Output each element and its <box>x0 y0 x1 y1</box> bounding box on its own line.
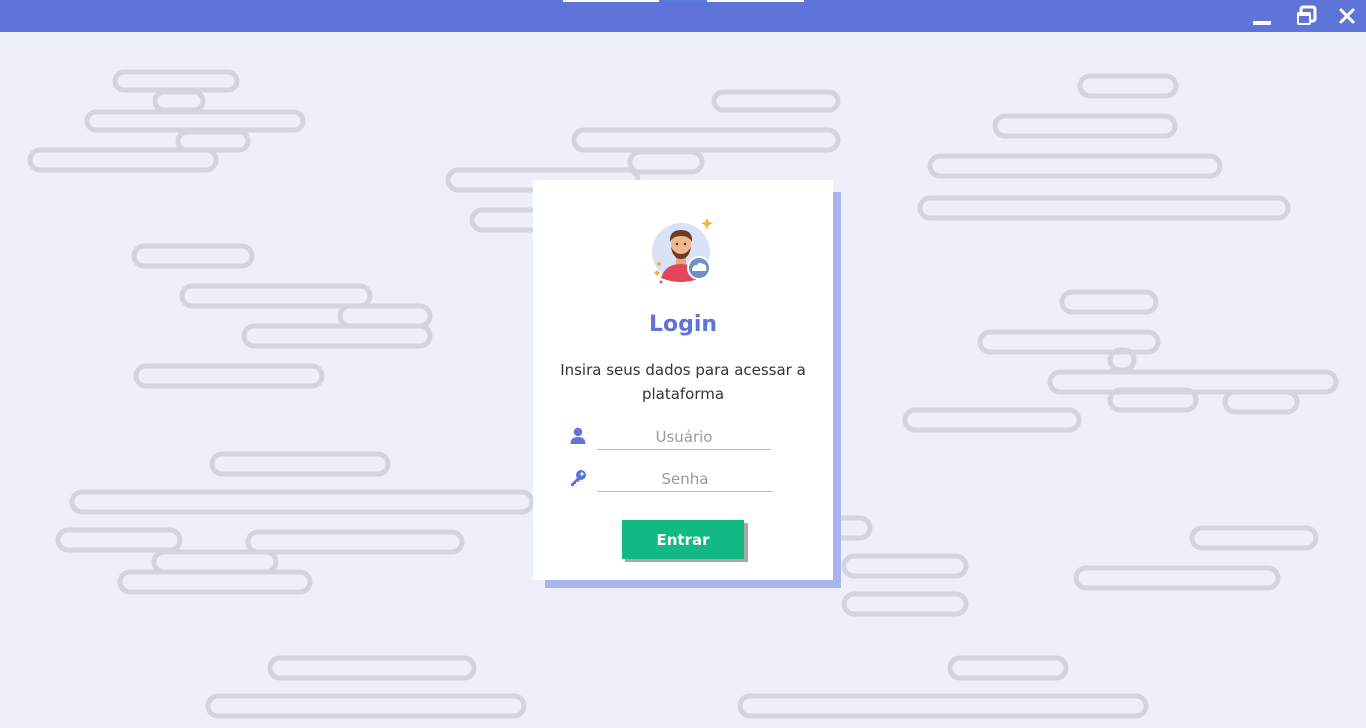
user-icon <box>570 427 586 444</box>
key-icon <box>571 470 586 486</box>
restore-button[interactable] <box>1292 4 1320 28</box>
minimize-button[interactable] <box>1248 4 1276 28</box>
avatar-icon <box>652 218 713 284</box>
login-subtitle: Insira seus dados para acessar a platafo… <box>560 361 806 403</box>
window-titlebar[interactable] <box>0 0 1366 32</box>
username-field[interactable] <box>597 425 771 450</box>
login-title: Login <box>648 312 718 337</box>
minimize-icon <box>1253 21 1271 25</box>
login-card: Login Insira seus dados para acessar a p… <box>533 180 833 580</box>
close-icon <box>1339 8 1355 24</box>
password-field[interactable] <box>598 467 772 492</box>
close-button[interactable] <box>1333 4 1361 28</box>
restore-icon <box>1297 5 1317 25</box>
drag-handle-accent <box>659 0 707 2</box>
submit-button[interactable]: Entrar <box>622 520 744 559</box>
